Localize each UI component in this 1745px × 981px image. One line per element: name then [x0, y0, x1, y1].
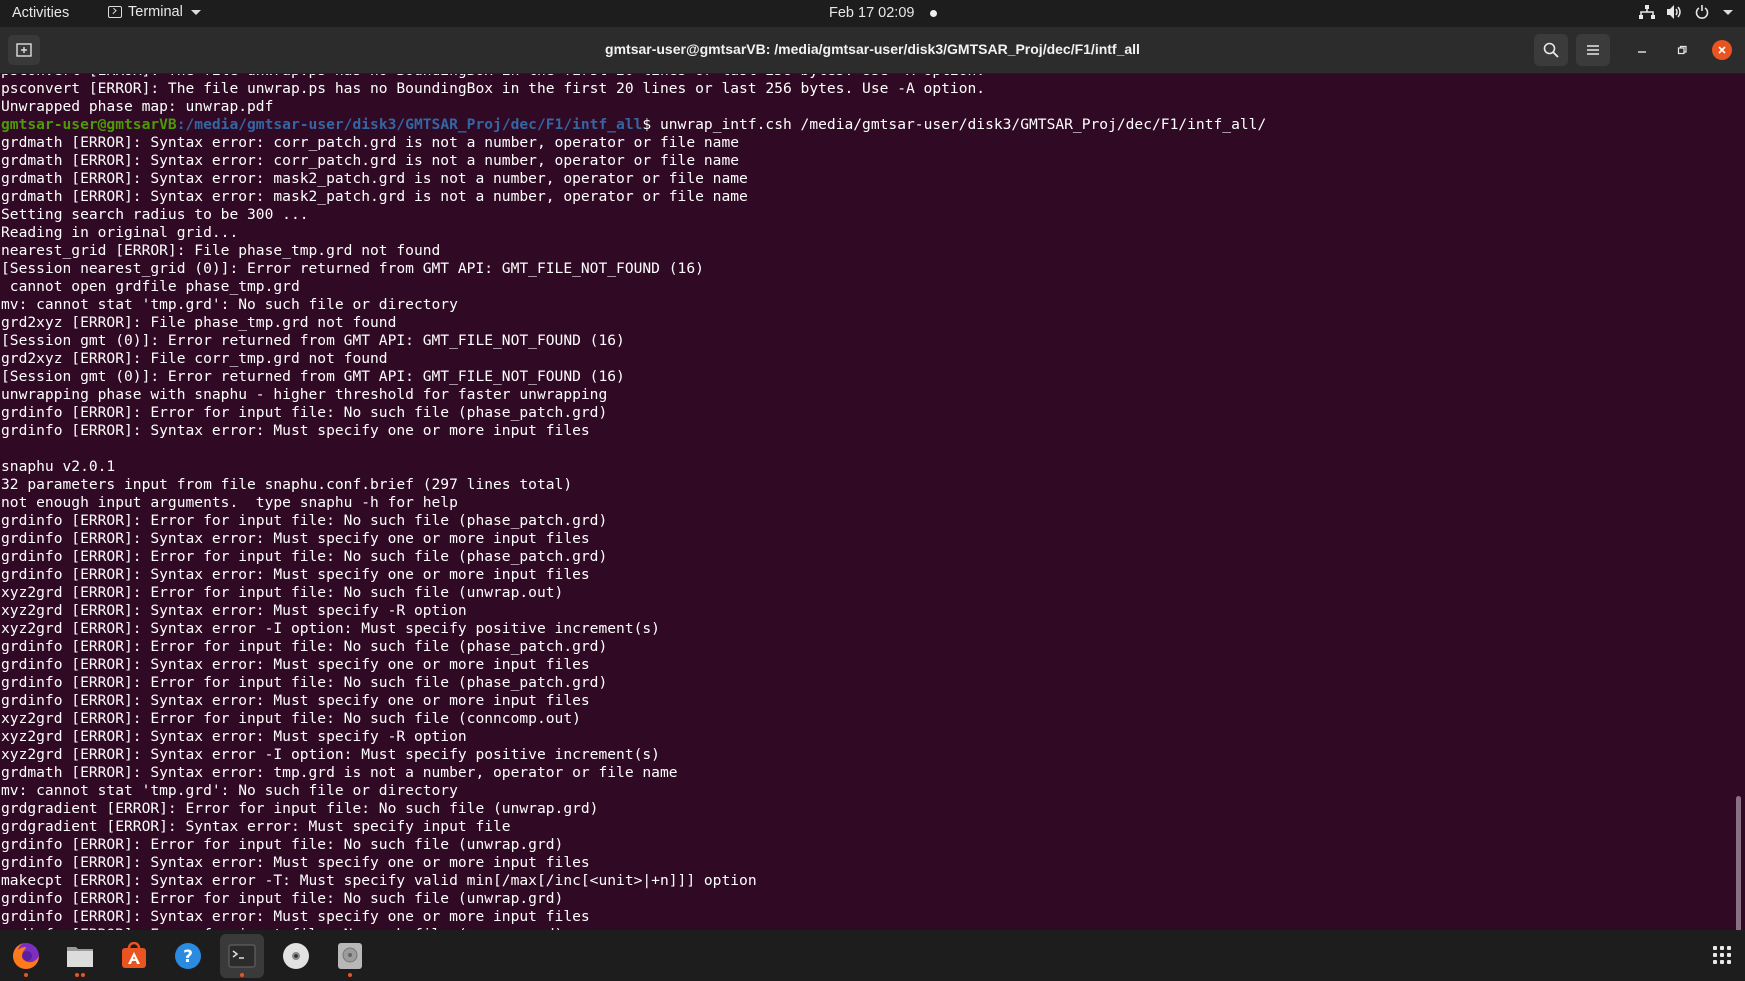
- restore-icon: [1677, 45, 1687, 55]
- maximize-button[interactable]: [1672, 40, 1692, 60]
- search-icon: [1543, 42, 1559, 58]
- close-icon: [1718, 46, 1726, 54]
- output-after-prompt: grdmath [ERROR]: Syntax error: corr_patc…: [1, 134, 757, 930]
- minimize-button[interactable]: [1632, 40, 1652, 60]
- output-before-prompt: psconvert [ERROR]: The file unwrap.ps ha…: [1, 74, 986, 115]
- prompt-user: gmtsar-user@gmtsarVB: [1, 116, 177, 133]
- terminal-output[interactable]: psconvert [ERROR]: The file unwrap.ps ha…: [0, 74, 1745, 930]
- scrollbar[interactable]: [1736, 796, 1741, 930]
- disc-icon: [283, 943, 309, 969]
- top-bar: Activities Terminal Feb 17 02:09: [0, 0, 1745, 27]
- close-button[interactable]: [1712, 40, 1732, 60]
- activities-button[interactable]: Activities: [12, 5, 69, 21]
- svg-text:?: ?: [183, 947, 193, 967]
- datetime: Feb 17 02:09: [829, 5, 915, 21]
- firefox-icon: [13, 943, 39, 969]
- window-title: gmtsar-user@gmtsarVB: /media/gmtsar-user…: [605, 41, 1140, 57]
- app-menu[interactable]: Terminal: [108, 4, 201, 20]
- menu-button[interactable]: [1576, 34, 1610, 66]
- running-indicator: [81, 973, 85, 977]
- dock: ?: [0, 930, 1745, 981]
- chevron-down-icon: [1723, 9, 1733, 15]
- notification-dot-icon: [930, 9, 938, 17]
- network-icon: [1639, 5, 1655, 19]
- running-indicator: [75, 973, 79, 977]
- power-icon: [1695, 5, 1709, 19]
- dock-files[interactable]: [58, 934, 102, 978]
- dock-help[interactable]: ?: [166, 934, 210, 978]
- terminal-icon: [228, 944, 256, 968]
- hamburger-menu-icon: [1587, 45, 1599, 55]
- volume-icon: [1667, 5, 1683, 19]
- dock-terminal[interactable]: [220, 934, 264, 978]
- terminal-app-icon: [108, 6, 122, 18]
- search-button[interactable]: [1534, 34, 1568, 66]
- software-center-icon: [122, 942, 146, 968]
- terminal-text[interactable]: psconvert [ERROR]: The file unwrap.ps ha…: [0, 74, 1266, 930]
- help-icon: ?: [175, 943, 201, 969]
- drive-icon: [338, 943, 362, 969]
- clock[interactable]: Feb 17 02:09: [829, 5, 938, 21]
- dock-drive[interactable]: [328, 934, 372, 978]
- files-icon: [67, 947, 93, 967]
- dock-software-center[interactable]: [112, 934, 156, 978]
- chevron-down-icon: [190, 9, 201, 15]
- prompt-path: :/media/gmtsar-user/disk3/GMTSAR_Proj/de…: [176, 116, 643, 133]
- running-indicator: [348, 973, 352, 977]
- prompt-command: $ unwrap_intf.csh /media/gmtsar-user/dis…: [642, 116, 1267, 133]
- running-indicator: [24, 973, 28, 977]
- system-tray[interactable]: [1639, 5, 1733, 19]
- show-applications-icon[interactable]: [1713, 946, 1731, 964]
- dock-disc[interactable]: [274, 934, 318, 978]
- app-menu-label: Terminal: [128, 4, 183, 20]
- minimize-icon: [1638, 51, 1646, 53]
- running-indicator: [240, 973, 244, 977]
- window-titlebar[interactable]: gmtsar-user@gmtsarVB: /media/gmtsar-user…: [0, 27, 1745, 74]
- dock-firefox[interactable]: [4, 934, 48, 978]
